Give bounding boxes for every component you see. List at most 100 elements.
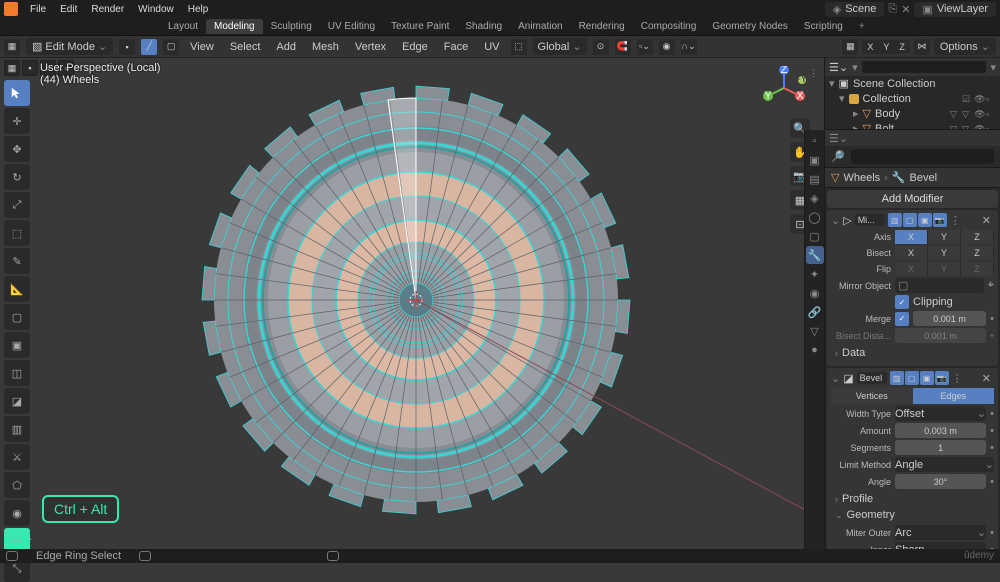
- ptab-world[interactable]: ◯: [806, 208, 824, 226]
- tool-spin[interactable]: ◉: [4, 500, 30, 526]
- miter-outer-select[interactable]: Arc⌄: [895, 525, 986, 540]
- pivot-icon[interactable]: ⊙: [593, 39, 609, 55]
- ws-geonodes[interactable]: Geometry Nodes: [704, 19, 796, 34]
- ws-animation[interactable]: Animation: [510, 19, 570, 34]
- mesh-toggle-icon[interactable]: ▦: [842, 39, 858, 55]
- tool-knife[interactable]: ⚔: [4, 444, 30, 470]
- width-type-select[interactable]: Offset ⌄: [895, 406, 986, 421]
- bevel-editmode-toggle[interactable]: ▥: [890, 371, 904, 385]
- bevel-name-field[interactable]: Bevel: [857, 372, 887, 384]
- mirror-object-field[interactable]: ▢: [895, 278, 984, 293]
- ptab-render[interactable]: ▫: [806, 132, 824, 150]
- bevel-angle[interactable]: 30°: [895, 474, 986, 489]
- bisect-y[interactable]: Y: [928, 246, 961, 260]
- tool-annotate[interactable]: ✎: [4, 248, 30, 274]
- outliner-type-icon[interactable]: ☰⌄: [829, 61, 848, 74]
- bevel-render-toggle[interactable]: ▣: [920, 371, 934, 385]
- expand-icon[interactable]: ⌄: [831, 214, 840, 227]
- bisect-z[interactable]: Z: [961, 246, 994, 260]
- ptab-object[interactable]: ▢: [806, 227, 824, 245]
- outliner-item[interactable]: ▸▽Bolt▽▽👁▫: [825, 121, 1000, 130]
- ws-scripting[interactable]: Scripting: [796, 19, 851, 34]
- hdr-add[interactable]: Add: [271, 39, 301, 55]
- ptab-particles[interactable]: ✦: [806, 265, 824, 283]
- tool-loopcut[interactable]: ▥: [4, 416, 30, 442]
- mirror-name-field[interactable]: Mi...: [855, 214, 885, 226]
- bevel-profile-subpanel[interactable]: Profile: [831, 491, 994, 507]
- ptab-physics[interactable]: ◉: [806, 284, 824, 302]
- editor-type-icon[interactable]: ▦: [4, 39, 20, 55]
- bevel-cage-toggle[interactable]: 📷: [935, 371, 949, 385]
- filter-icon[interactable]: ▾: [990, 61, 996, 74]
- flip-y[interactable]: Y: [928, 262, 961, 276]
- breadcrumb-object[interactable]: Wheels: [843, 172, 880, 184]
- outliner-search[interactable]: [862, 61, 987, 73]
- ptab-data[interactable]: ▽: [806, 322, 824, 340]
- tool-addcube[interactable]: ▢: [4, 304, 30, 330]
- tool-poly[interactable]: ⬠: [4, 472, 30, 498]
- new-scene-icon[interactable]: ⎘: [888, 3, 897, 16]
- mirror-data-subpanel[interactable]: Data: [831, 345, 994, 361]
- tool-measure[interactable]: 📐: [4, 276, 30, 302]
- ws-compositing[interactable]: Compositing: [633, 19, 705, 34]
- select-mode-face[interactable]: ▢: [163, 39, 179, 55]
- menu-render[interactable]: Render: [85, 2, 130, 17]
- bevel-segments[interactable]: 1: [895, 440, 986, 455]
- propedit-icon[interactable]: ◉: [659, 39, 675, 55]
- hdr-view[interactable]: View: [185, 39, 219, 55]
- bevel-extra-icon[interactable]: ⋮: [952, 372, 963, 385]
- ptab-viewlayer[interactable]: ▤: [806, 170, 824, 188]
- snap-type-icon[interactable]: ▫⌄: [637, 39, 653, 55]
- props-type-icon[interactable]: ☰⌄: [829, 132, 848, 145]
- menu-help[interactable]: Help: [182, 2, 215, 17]
- bisect-x[interactable]: X: [895, 246, 928, 260]
- menu-window[interactable]: Window: [132, 2, 180, 17]
- tool-scale[interactable]: ⤢: [4, 192, 30, 218]
- tool-extrude[interactable]: ▣: [4, 332, 30, 358]
- tool-select[interactable]: [4, 80, 30, 106]
- menu-file[interactable]: File: [24, 2, 52, 17]
- mode-select[interactable]: ▧ Edit Mode ⌄: [26, 38, 113, 55]
- mirror-editmode-toggle[interactable]: ▥: [888, 213, 902, 227]
- mirror-realtime-toggle[interactable]: ▢: [903, 213, 917, 227]
- outliner-collection-row[interactable]: ▾ Collection ☑👁▫: [825, 91, 1000, 106]
- bevel-geometry-subpanel[interactable]: Geometry: [831, 507, 994, 523]
- flip-x[interactable]: X: [895, 262, 928, 276]
- tool-cursor[interactable]: ✛: [4, 108, 30, 134]
- ws-shading[interactable]: Shading: [457, 19, 510, 34]
- flip-z[interactable]: Z: [961, 262, 994, 276]
- breadcrumb-modifier[interactable]: Bevel: [910, 172, 938, 184]
- merge-value[interactable]: 0.001 m: [913, 311, 986, 326]
- select-mode-vert[interactable]: ▪: [119, 39, 135, 55]
- delete-scene-icon[interactable]: ✕: [901, 3, 910, 16]
- coll-hide-icon[interactable]: ☑: [962, 94, 972, 104]
- bevel-tab-vertices[interactable]: Vertices: [831, 388, 913, 404]
- mirror-axis-x[interactable]: X: [895, 230, 928, 244]
- tool-inset[interactable]: ◫: [4, 360, 30, 386]
- bevel-realtime-toggle[interactable]: ▢: [905, 371, 919, 385]
- mirror-extra-icon[interactable]: ⋮: [950, 214, 961, 227]
- ptab-material[interactable]: ●: [806, 341, 824, 359]
- outliner-item[interactable]: ▸▽Body▽▽👁▫: [825, 106, 1000, 121]
- limit-method-select[interactable]: Angle ⌄: [895, 457, 994, 472]
- bevel-delete[interactable]: ✕: [979, 372, 994, 385]
- ptab-output[interactable]: ▣: [806, 151, 824, 169]
- snap-icon[interactable]: 🧲: [615, 39, 631, 55]
- bevel-tab-edges[interactable]: Edges: [913, 388, 995, 404]
- mirror-delete[interactable]: ✕: [979, 214, 994, 227]
- mirror-cage-toggle[interactable]: 📷: [933, 213, 947, 227]
- menu-edit[interactable]: Edit: [54, 2, 83, 17]
- miter-inner-select[interactable]: Sharp⌄: [895, 542, 986, 549]
- ws-uvediting[interactable]: UV Editing: [320, 19, 383, 34]
- automerge-icon[interactable]: ⋈: [914, 39, 930, 55]
- select-mode-edge[interactable]: ╱: [141, 39, 157, 55]
- hdr-vertex[interactable]: Vertex: [350, 39, 391, 55]
- eye-icon[interactable]: 👁: [974, 94, 984, 104]
- tool-bevel[interactable]: ◪: [4, 388, 30, 414]
- clipping-check[interactable]: [895, 295, 909, 309]
- hdr-select[interactable]: Select: [225, 39, 266, 55]
- hdr-uv[interactable]: UV: [479, 39, 504, 55]
- disable-icon[interactable]: ▫: [986, 94, 996, 104]
- tool-rotate[interactable]: ↻: [4, 164, 30, 190]
- outliner-scene-row[interactable]: ▾▣ Scene Collection: [825, 76, 1000, 91]
